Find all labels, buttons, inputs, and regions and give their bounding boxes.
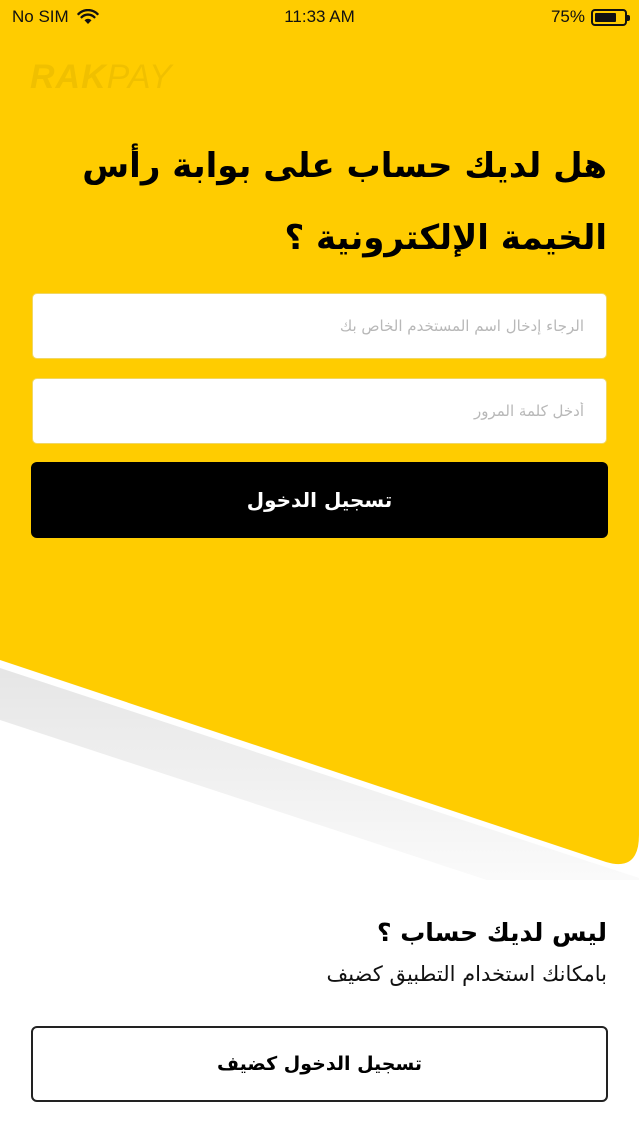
logo-part-pay: PAY <box>106 58 173 96</box>
no-account-heading: ليس لديك حساب ؟ <box>376 918 607 947</box>
battery-level-fill <box>595 12 616 22</box>
battery-percent: 75% <box>550 7 585 26</box>
logo-part-rak: RAK <box>30 58 107 96</box>
username-field-container <box>32 293 607 359</box>
password-input[interactable] <box>33 379 606 443</box>
login-title: هل لديك حساب على بوابة رأس الخيمة الإلكت… <box>82 146 607 258</box>
status-bar: No SIM 11:33 AM 75% <box>0 0 639 34</box>
password-field-container <box>32 378 607 444</box>
battery-icon <box>591 8 630 26</box>
login-screen: No SIM 11:33 AM 75% RAKPAY هل لديك حساب … <box>0 0 639 1136</box>
rakpay-logo: RAKPAY <box>30 58 173 97</box>
login-button[interactable]: تسجيل الدخول <box>31 462 608 538</box>
status-bar-right: 75% <box>550 7 630 27</box>
guest-login-button[interactable]: تسجيل الدخول كضيف <box>31 1026 608 1102</box>
username-input[interactable] <box>33 294 606 358</box>
status-bar-time: 11:33 AM <box>284 7 355 26</box>
guest-subtitle: بامكانك استخدام التطبيق كضيف <box>326 962 607 986</box>
